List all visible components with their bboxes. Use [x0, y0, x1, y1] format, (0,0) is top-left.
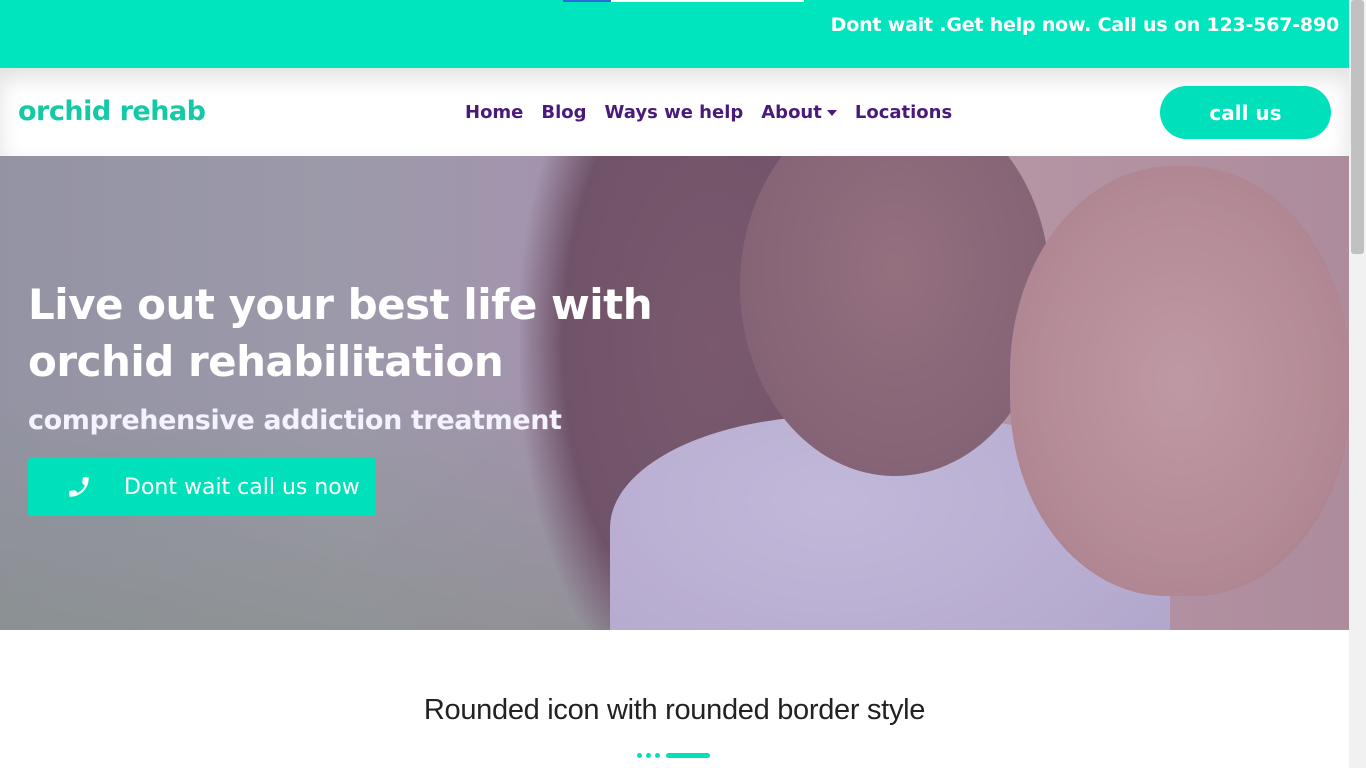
call-now-button-label: Dont wait call us now [124, 474, 360, 500]
caret-down-icon [826, 109, 837, 116]
hero-purple-overlay [0, 156, 1349, 630]
loading-progress-indicator [563, 0, 611, 2]
nav-item-about-dropdown[interactable]: About [761, 102, 837, 123]
main-navbar: orchid rehab Home Blog Ways we help Abou… [0, 68, 1349, 156]
nav-item-blog[interactable]: Blog [541, 102, 586, 123]
scrollbar-thumb[interactable] [1351, 0, 1364, 254]
hero-subtitle: comprehensive addiction treatment [28, 405, 562, 436]
divider-dot [646, 753, 651, 758]
divider-dot [655, 753, 660, 758]
nav-item-about-label: About [761, 102, 822, 123]
nav-links: Home Blog Ways we help About Locations [465, 102, 952, 123]
section-divider [637, 753, 710, 758]
nav-item-ways-we-help[interactable]: Ways we help [605, 102, 744, 123]
hero-title-line-2: orchid rehabilitation [28, 337, 504, 386]
top-announcement-bar: Dont wait .Get help now. Call us on 123-… [0, 0, 1349, 68]
call-us-button[interactable]: call us [1160, 86, 1331, 139]
section-title: Rounded icon with rounded border style [423, 694, 926, 726]
nav-item-home[interactable]: Home [465, 102, 523, 123]
call-now-button[interactable]: Dont wait call us now [28, 458, 376, 516]
divider-dot [637, 753, 642, 758]
hero-title: Live out your best life with orchid reha… [28, 276, 653, 390]
phone-icon [66, 474, 92, 500]
brand-logo-link[interactable]: orchid rehab [18, 96, 206, 127]
help-phone-text: Dont wait .Get help now. Call us on 123-… [830, 14, 1340, 36]
nav-item-locations[interactable]: Locations [855, 102, 952, 123]
hero-banner: Live out your best life with orchid reha… [0, 156, 1349, 630]
divider-dash [666, 753, 710, 758]
loading-progress-track [611, 0, 804, 2]
hero-title-line-1: Live out your best life with [28, 280, 653, 329]
